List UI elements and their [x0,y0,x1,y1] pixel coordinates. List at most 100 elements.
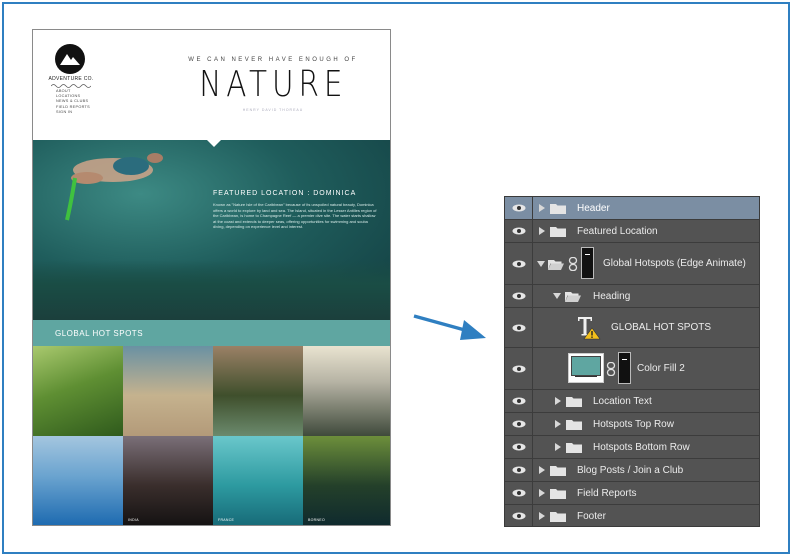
visibility-cell[interactable] [505,390,533,412]
layer-mask-thumbnail[interactable] [581,247,594,279]
visibility-cell[interactable] [505,308,533,347]
global-hot-spots-bar: GLOBAL HOT SPOTS [33,320,390,346]
hotspot-tile[interactable] [33,436,123,525]
tile-caption: BORNEO [308,518,325,522]
eye-icon[interactable] [512,397,526,405]
folder-icon [566,443,582,453]
layer-label: Field Reports [577,488,637,499]
expand-triangle-icon[interactable] [555,397,561,405]
layer-row-field-reports[interactable]: Field Reports [505,482,759,505]
layers-panel: Header Featured Location Global Hotspots… [504,196,760,527]
eye-icon[interactable] [512,260,526,268]
layer-row-blog-posts[interactable]: Blog Posts / Join a Club [505,459,759,482]
arrow-right-icon [413,314,486,340]
expand-triangle-icon[interactable] [539,489,545,497]
eye-icon[interactable] [512,365,526,373]
tile-caption: INDIA [128,518,139,522]
expand-triangle-icon[interactable] [539,466,545,474]
hotspot-tile[interactable] [303,346,390,436]
nav-item-news-clubs[interactable]: NEWS & CLUBS [56,99,90,104]
hotspots-grid: INDIA FRANCE BORNEO [33,346,390,525]
color-fill-thumbnail[interactable] [568,353,604,383]
hotspot-tile[interactable]: FRANCE [213,436,303,525]
layer-row-global-hotspots[interactable]: Global Hotspots (Edge Animate) [505,243,759,285]
visibility-cell[interactable] [505,413,533,435]
layer-row-heading[interactable]: Heading [505,285,759,308]
expand-triangle-icon[interactable] [539,204,545,212]
mountain-logo-icon [55,44,85,74]
layer-row-hotspots-bottom-row[interactable]: Hotspots Bottom Row [505,436,759,459]
site-tagline: WE CAN NEVER HAVE ENOUGH OF [188,57,358,63]
expand-triangle-icon[interactable] [555,443,561,451]
chain-link-icon[interactable] [568,257,578,271]
visibility-cell[interactable] [505,285,533,307]
chain-link-icon[interactable] [606,362,616,376]
folder-icon [550,466,566,476]
folder-icon [550,227,566,237]
folder-icon [550,204,566,214]
folder-icon [566,420,582,430]
layer-row-hotspots-top-row[interactable]: Hotspots Top Row [505,413,759,436]
brand-name: ADVENTURE CO. [48,76,94,82]
eye-icon[interactable] [512,204,526,212]
hero-notch [207,140,221,147]
layer-row-header[interactable]: Header [505,197,759,220]
visibility-cell[interactable] [505,243,533,284]
eye-icon[interactable] [512,489,526,497]
layer-row-footer[interactable]: Footer [505,505,759,526]
tile-caption: FRANCE [218,518,235,522]
site-nav: ABOUT LOCATIONS NEWS & CLUBS FIELD REPOR… [56,89,90,115]
layer-row-color-fill[interactable]: Color Fill 2 [505,348,759,390]
open-folder-icon [548,260,564,270]
layer-row-location-text[interactable]: Location Text [505,390,759,413]
eye-icon[interactable] [512,512,526,520]
featured-hero: FEATURED LOCATION : DOMINICA Known as "N… [33,140,390,320]
site-title: NATURE [199,64,348,105]
nav-item-sign-in[interactable]: SIGN IN [56,110,90,115]
site-subtag: HENRY DAVID THOREAU [242,108,304,112]
layer-label: Header [577,203,610,214]
hotspot-tile[interactable] [123,346,213,436]
eye-icon[interactable] [512,324,526,332]
visibility-cell[interactable] [505,436,533,458]
collapse-triangle-icon[interactable] [553,293,561,299]
layer-label: Location Text [593,396,652,407]
layer-label: Featured Location [577,226,658,237]
eye-icon[interactable] [512,227,526,235]
featured-location-text: Known as "Nature Isle of the Caribbean" … [213,202,377,229]
visibility-cell[interactable] [505,505,533,526]
layer-row-featured-location[interactable]: Featured Location [505,220,759,243]
layer-row-global-hot-spots-text[interactable]: GLOBAL HOT SPOTS [505,308,759,348]
layer-mask-thumbnail[interactable] [618,352,631,384]
website-mockup: ADVENTURE CO. ABOUT LOCATIONS NEWS & CLU… [32,29,391,526]
fill-swatch [571,356,601,376]
expand-triangle-icon[interactable] [539,512,545,520]
layer-label: Color Fill 2 [637,363,685,374]
eye-icon[interactable] [512,443,526,451]
folder-icon [550,489,566,499]
fill-slider-icon [575,376,597,380]
visibility-cell[interactable] [505,459,533,481]
expand-triangle-icon[interactable] [555,420,561,428]
expand-triangle-icon[interactable] [539,227,545,235]
eye-icon[interactable] [512,420,526,428]
visibility-cell[interactable] [505,220,533,242]
hotspot-tile[interactable] [213,346,303,436]
eye-icon[interactable] [512,466,526,474]
featured-location-title: FEATURED LOCATION : DOMINICA [213,190,357,197]
visibility-cell[interactable] [505,197,533,219]
hotspot-tile[interactable] [33,346,123,436]
hotspot-tile[interactable]: INDIA [123,436,213,525]
open-folder-icon [565,292,581,302]
hotspot-tile[interactable]: BORNEO [303,436,390,525]
layer-label: Blog Posts / Join a Club [577,465,684,476]
visibility-cell[interactable] [505,482,533,504]
folder-icon [566,397,582,407]
eye-icon[interactable] [512,292,526,300]
collapse-triangle-icon[interactable] [537,261,545,267]
layer-label: GLOBAL HOT SPOTS [611,322,712,333]
visibility-cell[interactable] [505,348,533,389]
layer-label: Hotspots Top Row [593,419,674,430]
layer-label: Hotspots Bottom Row [593,442,690,453]
layer-label: Global Hotspots (Edge Animate) [603,258,746,269]
